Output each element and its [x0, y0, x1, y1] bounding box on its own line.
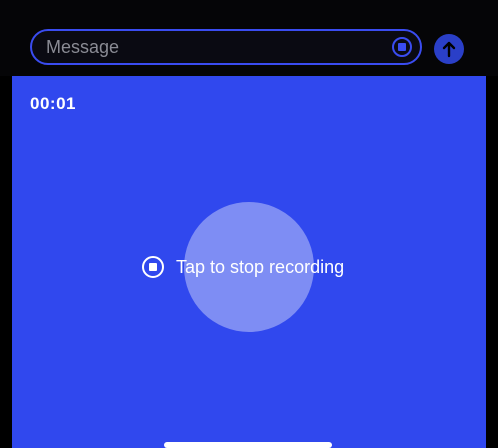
- stop-recording-label: Tap to stop recording: [176, 256, 345, 277]
- home-indicator[interactable]: [164, 442, 332, 448]
- stop-recording-button[interactable]: Tap to stop recording: [142, 254, 344, 280]
- stop-circle-icon[interactable]: [392, 37, 412, 57]
- recording-panel[interactable]: 00:01 Tap to stop recording: [12, 76, 486, 448]
- arrow-up-icon: [442, 41, 456, 58]
- recording-timer: 00:01: [30, 94, 76, 113]
- stop-circle-icon: [142, 256, 164, 278]
- message-field-container[interactable]: [30, 29, 422, 65]
- send-button[interactable]: [434, 34, 464, 64]
- composer-bar: [0, 0, 498, 76]
- message-input[interactable]: [46, 31, 376, 63]
